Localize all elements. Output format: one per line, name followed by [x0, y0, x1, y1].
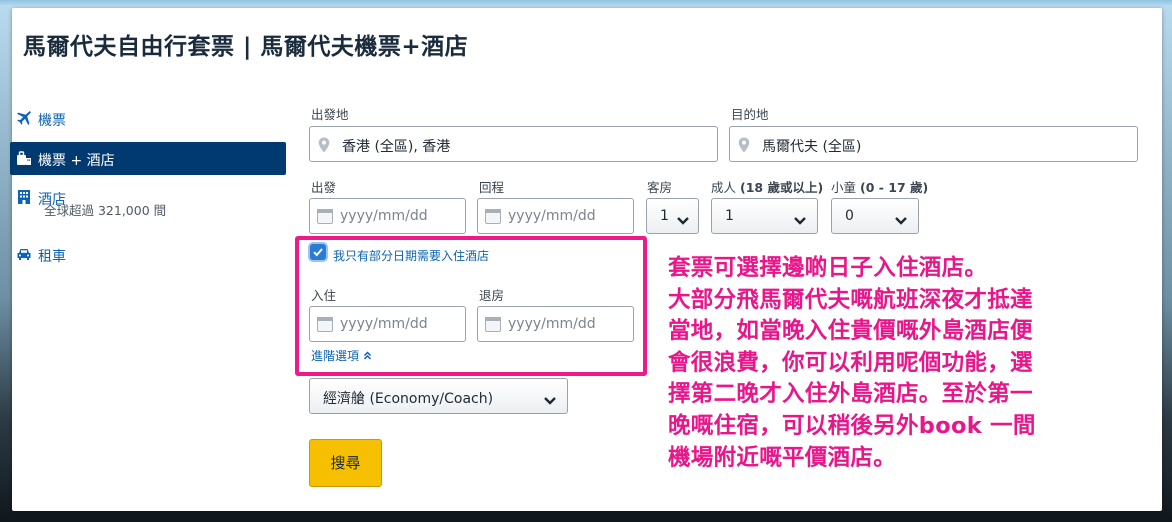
calendar-icon: [485, 209, 501, 224]
sidebar-item-cars[interactable]: 租車: [10, 238, 286, 271]
page-title: 馬爾代夫自由行套票 | 馬爾代夫機票+酒店: [23, 34, 469, 60]
annotation-text: 套票可選擇邊啲日子入住酒店。大部分飛馬爾代夫嘅航班深夜才抵達 當地，如當晚入住貴價…: [668, 253, 1138, 474]
depart-date-field[interactable]: yyyy/mm/dd: [309, 198, 466, 234]
annotation-line: 晚嘅住宿，可以稍後另外book 一間: [668, 412, 1036, 439]
destination-field[interactable]: 馬爾代夫 (全區): [729, 126, 1138, 162]
chevron-down-icon: [676, 211, 690, 225]
location-pin-icon: [738, 137, 752, 153]
sidebar-item-flights[interactable]: 機票: [10, 102, 286, 135]
depart-label: 出發: [311, 180, 337, 195]
chevron-down-icon: [793, 211, 807, 225]
hotel-count-text: 全球超過 321,000 間: [44, 203, 167, 218]
sidebar-item-label: 機票: [38, 113, 66, 129]
return-date-field[interactable]: yyyy/mm/dd: [477, 198, 634, 234]
annotation-line: 會很浪費，你可以利用呢個功能，選: [668, 349, 1033, 376]
annotation-line: 機場附近嘅平價酒店。: [668, 444, 897, 471]
sidebar-item-label: 機票 + 酒店: [38, 153, 115, 169]
return-date-placeholder: yyyy/mm/dd: [508, 208, 596, 224]
annotation-line: 套票可選擇邊啲日子入住酒店。: [668, 255, 988, 281]
origin-field[interactable]: 香港 (全區), 香港: [309, 126, 718, 162]
annotation-line: 擇第二晚才入住外島酒店。至於第一: [668, 381, 1033, 408]
sidebar-item-label: 租車: [38, 249, 66, 265]
return-label: 回程: [479, 180, 505, 195]
cabin-class-value: 經濟艙 (Economy/Coach): [323, 391, 494, 407]
sidebar-item-flight-hotel[interactable]: 機票 + 酒店: [10, 142, 286, 175]
destination-label: 目的地: [731, 107, 769, 122]
origin-value: 香港 (全區), 香港: [342, 139, 451, 155]
depart-date-placeholder: yyyy/mm/dd: [340, 208, 428, 224]
destination-value: 馬爾代夫 (全區): [762, 139, 862, 155]
highlight-box: [295, 236, 647, 376]
airplane-icon: [16, 110, 32, 126]
adults-label: 成人 (18 歲或以上): [711, 180, 824, 195]
children-label: 小童 (0 - 17 歲): [831, 180, 929, 195]
location-pin-icon: [318, 137, 332, 153]
annotation-line: 當地，如當晚入住貴價嘅外島酒店便: [668, 318, 1033, 345]
children-select[interactable]: 0: [831, 198, 919, 234]
rooms-select[interactable]: 1: [646, 198, 699, 234]
rooms-value: 1: [660, 208, 669, 224]
building-icon: [16, 189, 32, 205]
chevron-down-icon: [543, 391, 557, 405]
calendar-icon: [317, 209, 333, 224]
children-value: 0: [845, 208, 854, 224]
car-icon: [16, 246, 32, 262]
annotation-line: 大部分飛馬爾代夫嘅航班深夜才抵達: [668, 286, 1033, 313]
rooms-label: 客房: [647, 180, 673, 195]
adults-value: 1: [725, 208, 734, 224]
chevron-down-icon: [894, 211, 908, 225]
search-button[interactable]: 搜尋: [309, 439, 382, 487]
luggage-icon: [16, 150, 32, 166]
origin-label: 出發地: [311, 107, 349, 122]
cabin-class-select[interactable]: 經濟艙 (Economy/Coach): [309, 378, 568, 414]
adults-select[interactable]: 1: [711, 198, 818, 234]
